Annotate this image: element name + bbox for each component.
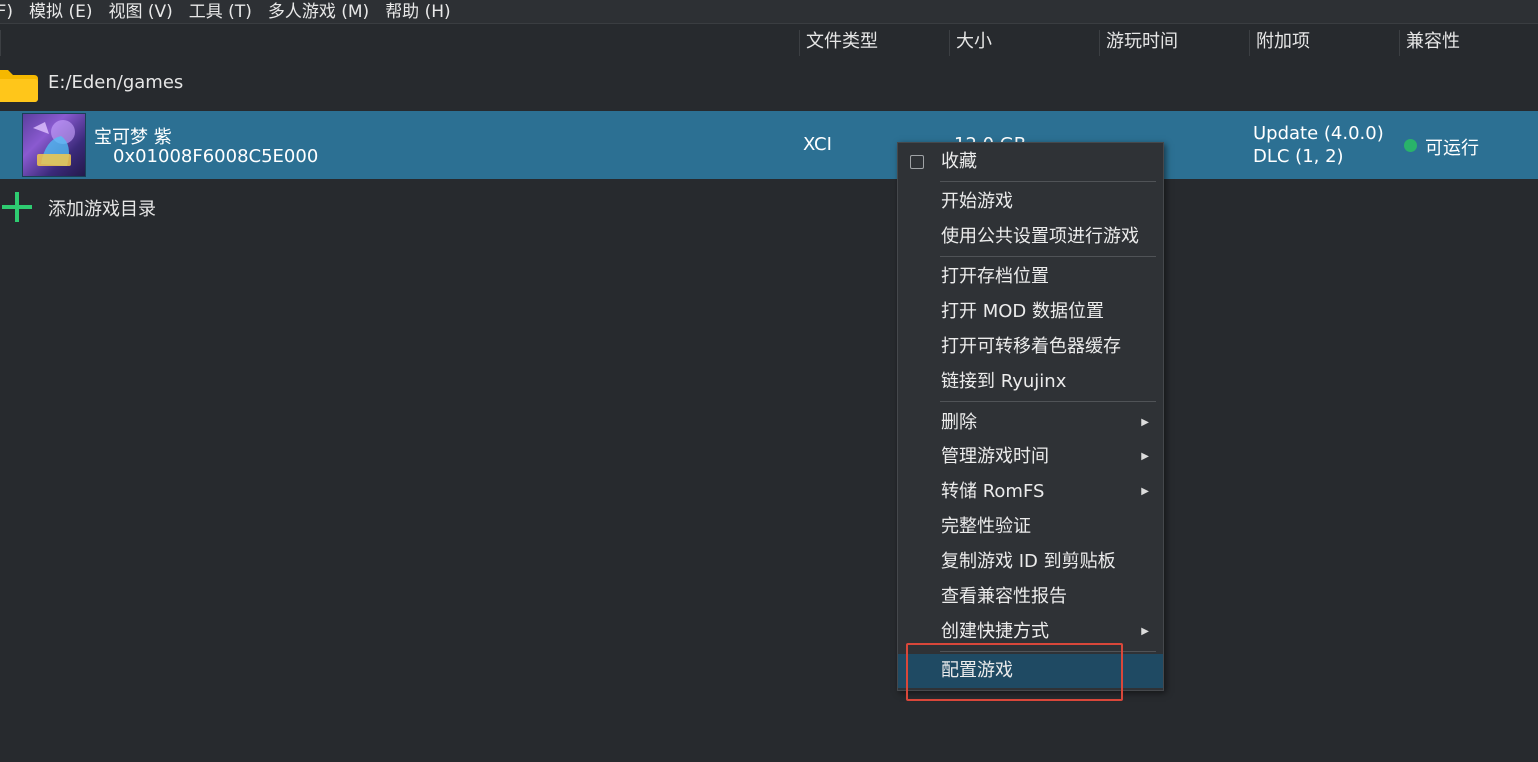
column-header-compat[interactable]: 兼容性 <box>1400 24 1538 60</box>
menu-item-copy-title-id[interactable]: 复制游戏 ID 到剪贴板 <box>898 545 1163 579</box>
menu-item-label: 删除 <box>941 412 977 433</box>
menu-item-label: 收藏 <box>941 151 977 172</box>
menu-item-label: 打开 MOD 数据位置 <box>941 301 1105 322</box>
menu-item-label: 打开存档位置 <box>941 266 1049 287</box>
compat-status-dot-icon <box>1404 139 1417 152</box>
menu-item-manage-playtime[interactable]: 管理游戏时间 ▶ <box>898 440 1163 474</box>
menu-help[interactable]: 帮助 (H) <box>385 1 450 23</box>
add-game-directory-row[interactable]: 添加游戏目录 <box>0 186 600 226</box>
folder-icon <box>0 70 38 102</box>
menu-item-label: 查看兼容性报告 <box>941 586 1067 607</box>
menu-item-label: 转储 RomFS <box>941 481 1045 502</box>
menu-item-open-shader-cache[interactable]: 打开可转移着色器缓存 <box>898 330 1163 364</box>
column-header-addons[interactable]: 附加项 <box>1250 24 1398 60</box>
column-header-filetype[interactable]: 文件类型 <box>800 24 948 60</box>
submenu-arrow-icon: ▶ <box>1141 626 1149 637</box>
menu-item-create-shortcut[interactable]: 创建快捷方式 ▶ <box>898 615 1163 649</box>
column-header-size[interactable]: 大小 <box>950 24 1098 60</box>
menu-item-label: 打开可转移着色器缓存 <box>941 336 1121 357</box>
game-compat-status: 可运行 <box>1425 138 1479 159</box>
game-addon-dlc: DLC (1, 2) <box>1253 146 1344 167</box>
cover-art-icon <box>33 120 75 166</box>
menu-separator <box>940 181 1156 182</box>
menu-item-verify-integrity[interactable]: 完整性验证 <box>898 510 1163 544</box>
game-list-header: 文件类型 大小 游玩时间 附加项 兼容性 <box>0 24 1538 60</box>
checkbox-icon[interactable] <box>910 155 924 169</box>
menu-separator <box>940 651 1156 652</box>
menu-item-label: 复制游戏 ID 到剪贴板 <box>941 551 1116 572</box>
header-separator <box>0 30 1 56</box>
column-header-playtime[interactable]: 游玩时间 <box>1100 24 1248 60</box>
folder-path: E:/Eden/games <box>48 72 184 93</box>
game-filetype: XCI <box>803 134 832 155</box>
game-title-id: 0x01008F6008C5E000 <box>113 146 319 167</box>
menu-separator <box>940 256 1156 257</box>
menu-item-label: 管理游戏时间 <box>941 446 1049 467</box>
plus-icon <box>2 192 32 222</box>
menu-view[interactable]: 视图 (V) <box>108 1 172 23</box>
add-game-directory-label: 添加游戏目录 <box>48 199 156 220</box>
menu-tools[interactable]: 工具 (T) <box>189 1 252 23</box>
game-addon-update: Update (4.0.0) <box>1253 123 1384 144</box>
menu-item-dump-romfs[interactable]: 转储 RomFS ▶ <box>898 475 1163 509</box>
menu-item-view-compat-report[interactable]: 查看兼容性报告 <box>898 580 1163 614</box>
submenu-arrow-icon: ▶ <box>1141 486 1149 497</box>
menu-item-favorite[interactable]: 收藏 <box>898 145 1163 179</box>
menu-item-open-save-location[interactable]: 打开存档位置 <box>898 260 1163 294</box>
context-menu: 收藏 开始游戏 使用公共设置项进行游戏 打开存档位置 打开 MOD 数据位置 打… <box>897 142 1164 691</box>
game-folder-row[interactable]: E:/Eden/games <box>0 62 1538 108</box>
menu-item-start-game[interactable]: 开始游戏 <box>898 185 1163 219</box>
submenu-arrow-icon: ▶ <box>1141 417 1149 428</box>
menu-item-label: 配置游戏 <box>941 660 1013 681</box>
menu-item-delete[interactable]: 删除 ▶ <box>898 406 1163 440</box>
menu-item-label: 完整性验证 <box>941 516 1031 537</box>
menu-item-label: 使用公共设置项进行游戏 <box>941 226 1139 247</box>
menu-item-label: 创建快捷方式 <box>941 621 1049 642</box>
menu-multiplayer[interactable]: 多人游戏 (M) <box>268 1 369 23</box>
menu-item-label: 开始游戏 <box>941 191 1013 212</box>
menu-item-link-ryujinx[interactable]: 链接到 Ryujinx <box>898 365 1163 399</box>
menu-file[interactable]: (F) <box>0 1 13 23</box>
menu-item-label: 链接到 Ryujinx <box>941 371 1067 392</box>
submenu-arrow-icon: ▶ <box>1141 451 1149 462</box>
menu-emulation[interactable]: 模拟 (E) <box>29 1 92 23</box>
menu-separator <box>940 401 1156 402</box>
menu-item-open-mod-location[interactable]: 打开 MOD 数据位置 <box>898 295 1163 329</box>
menu-item-start-with-global-config[interactable]: 使用公共设置项进行游戏 <box>898 220 1163 254</box>
menu-bar: (F) 模拟 (E) 视图 (V) 工具 (T) 多人游戏 (M) 帮助 (H) <box>0 0 1538 24</box>
game-cover-image <box>22 113 86 177</box>
menu-item-configure-game[interactable]: 配置游戏 <box>898 654 1163 688</box>
game-list-row[interactable]: 宝可梦 紫 0x01008F6008C5E000 XCI 12.0 GB Upd… <box>0 111 1538 179</box>
